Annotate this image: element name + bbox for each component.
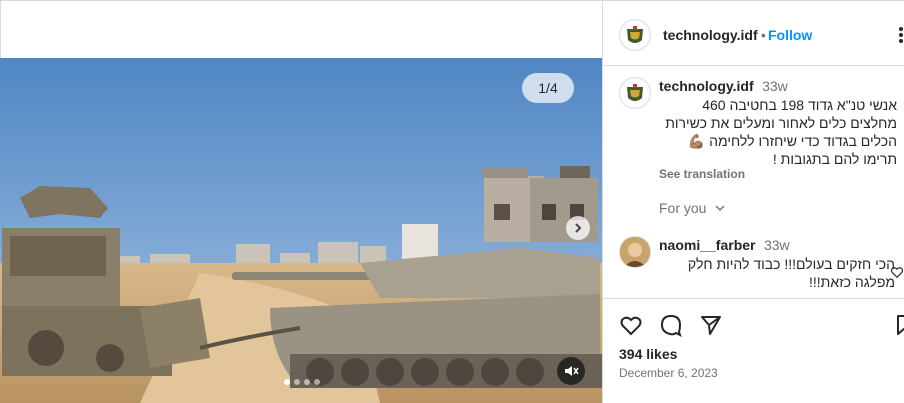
for-you-label: For you [659, 200, 707, 216]
avatar[interactable] [619, 19, 651, 51]
comment-username[interactable]: naomi__farber [659, 237, 755, 253]
carousel-dot [294, 379, 300, 385]
more-icon[interactable] [897, 27, 904, 43]
caption-line: הכלים בגדוד כדי שיחזרו ללחימה 💪🏽 [687, 133, 897, 149]
share-icon[interactable] [699, 313, 723, 337]
media-counter: 1/4 [522, 73, 574, 103]
caption-avatar[interactable] [619, 77, 651, 109]
comment-like-heart-icon[interactable] [890, 265, 904, 279]
action-bar [615, 311, 904, 339]
carousel-dot [314, 379, 320, 385]
carousel-dot [284, 379, 290, 385]
comment-text: הכי חזקים בעולם!!! כבוד להיות חלק מפלגה … [659, 255, 895, 291]
see-translation-link[interactable]: See translation [659, 167, 745, 181]
caption-text: אנשי טנ"א גדוד 198 בחטיבה 460 מחלצים כלי… [659, 96, 897, 168]
comment-line: מפלגה כזאת!!! [809, 274, 895, 290]
divider [603, 298, 904, 299]
save-icon[interactable] [893, 313, 904, 337]
post-media[interactable]: 1/4 [0, 58, 602, 403]
carousel-dot [304, 379, 310, 385]
caption-time: 33w [762, 78, 788, 94]
media-top-blank [0, 0, 602, 58]
comment-line: הכי חזקים בעולם!!! כבוד להיות חלק [687, 256, 895, 272]
post-sidebar: technology.idf • Follow technology.idf 3… [602, 0, 904, 403]
comment-icon[interactable] [659, 313, 683, 337]
mute-icon[interactable] [557, 357, 585, 385]
next-arrow-icon[interactable] [566, 216, 590, 240]
media-scene [0, 58, 602, 403]
caption-line: מחלצים כלים לאחור ומעלים את כשירות [665, 115, 897, 131]
header-separator: • [761, 27, 766, 43]
heart-icon[interactable] [619, 313, 643, 337]
caption-line: תרימו להם בתגובות ! [772, 151, 897, 167]
post-date: December 6, 2023 [619, 366, 718, 380]
instagram-post: 1/4 technology.idf • Follow technology.i… [0, 0, 904, 403]
chevron-down-icon [714, 200, 726, 212]
post-header: technology.idf • Follow [603, 1, 904, 66]
header-username[interactable]: technology.idf [663, 27, 758, 43]
comment-avatar[interactable] [619, 236, 651, 268]
comment-time: 33w [763, 237, 790, 253]
follow-button[interactable]: Follow [768, 27, 812, 43]
likes-count[interactable]: 394 likes [619, 346, 677, 362]
caption-username[interactable]: technology.idf [659, 78, 754, 94]
caption-line: אנשי טנ"א גדוד 198 בחטיבה 460 [702, 97, 897, 113]
carousel-dots [284, 379, 320, 385]
for-you-toggle[interactable]: For you [659, 200, 726, 216]
